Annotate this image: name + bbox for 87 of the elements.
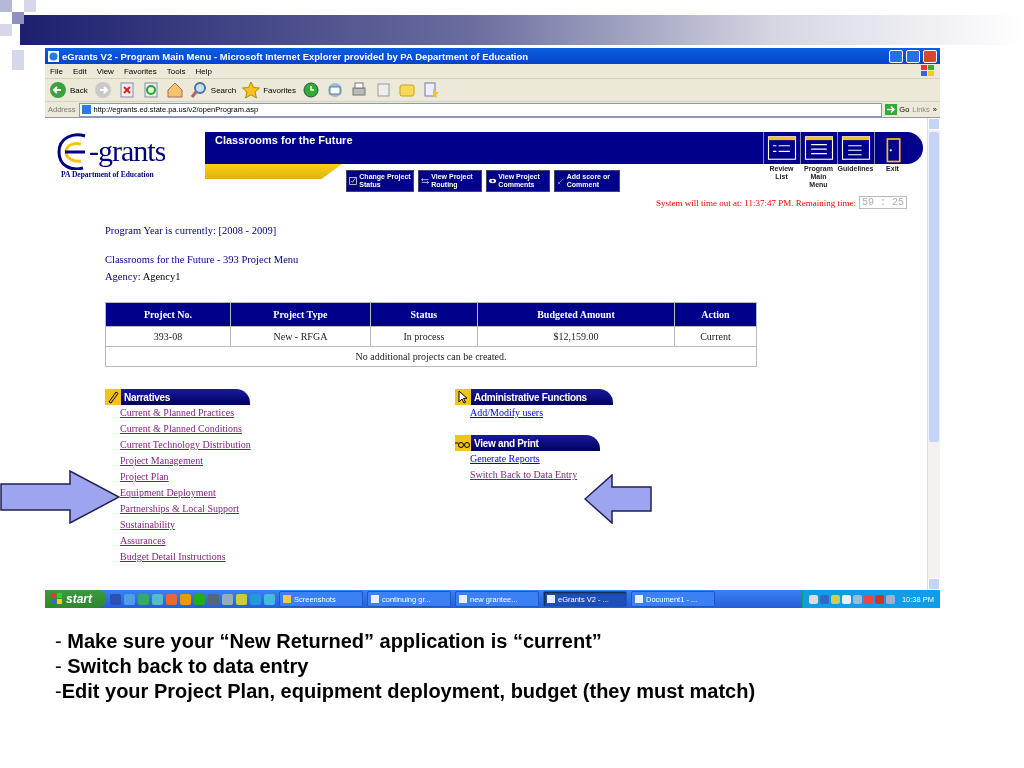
column-header: Status bbox=[370, 302, 478, 327]
restore-button[interactable] bbox=[906, 49, 920, 63]
menu-title: Classrooms for the Future - 393 Project Menu bbox=[105, 254, 300, 265]
close-button[interactable] bbox=[923, 49, 937, 63]
menu-item[interactable]: View bbox=[96, 66, 114, 76]
nav-link[interactable]: Current Technology Distribution bbox=[120, 437, 251, 453]
app-icon[interactable] bbox=[250, 593, 261, 605]
folder-icon[interactable] bbox=[398, 81, 417, 99]
app-icon[interactable] bbox=[264, 593, 275, 605]
nav-link[interactable]: Generate Reports bbox=[470, 451, 540, 467]
nav-link[interactable]: Project Management bbox=[120, 453, 204, 469]
bullet-text: -Edit your Project Plan, equipment deployment, budget (they must match) bbox=[55, 679, 757, 704]
page-icon bbox=[81, 105, 91, 114]
start-button[interactable]: start bbox=[45, 590, 106, 608]
column-header: Budgeted Amount bbox=[477, 302, 675, 327]
bullet-text: - Switch back to data entry bbox=[55, 654, 310, 679]
toolbar-button[interactable]: Favorites bbox=[242, 81, 297, 99]
star-icon[interactable] bbox=[242, 81, 261, 99]
window-title: eGrants V2 - Program Main Menu - Microsoft Internet Explorer provided by PA Department of Education bbox=[62, 50, 530, 62]
menu-item[interactable]: Help bbox=[195, 66, 212, 76]
nav-link[interactable]: Project Plan bbox=[120, 469, 169, 485]
app-icon[interactable] bbox=[180, 593, 191, 605]
arrows-icon bbox=[421, 175, 430, 187]
agency-label: Agency: bbox=[105, 271, 141, 282]
toolbar-button[interactable]: Back bbox=[49, 81, 88, 99]
app-icon[interactable] bbox=[110, 593, 121, 605]
table-cell: In process bbox=[370, 326, 478, 347]
app-icon[interactable] bbox=[222, 593, 233, 605]
bullet-text: - Make sure your “New Returned” application is “current” bbox=[55, 629, 603, 654]
nav-link[interactable]: Current & Planned Conditions bbox=[120, 421, 242, 437]
nav-link[interactable]: Assurances bbox=[120, 533, 166, 549]
app-icon[interactable] bbox=[124, 593, 135, 605]
scrollbar[interactable] bbox=[927, 118, 940, 590]
pencil-icon bbox=[105, 389, 121, 405]
table-note: No additional projects can be created. bbox=[105, 346, 757, 367]
column-header: Project Type bbox=[230, 302, 371, 327]
house-icon[interactable] bbox=[165, 81, 184, 99]
table-cell: Current bbox=[674, 326, 757, 347]
nav-link[interactable]: Switch Back to Data Entry bbox=[470, 467, 578, 483]
menu-item[interactable]: Tools bbox=[166, 66, 186, 76]
search-icon[interactable] bbox=[189, 81, 208, 99]
table-cell: New - RFGA bbox=[230, 326, 371, 347]
app-icon[interactable] bbox=[152, 593, 163, 605]
page-icon[interactable] bbox=[422, 81, 441, 99]
cursor-icon bbox=[455, 389, 471, 405]
column-header: Action bbox=[674, 302, 757, 327]
timeout-message: System will time out at: 11:37:47 PM. Remaining time: bbox=[656, 197, 856, 208]
app-icon[interactable] bbox=[194, 593, 205, 605]
column-header: Project No. bbox=[105, 302, 231, 327]
menu-item[interactable]: Favorites bbox=[123, 66, 157, 76]
logo-text: -grants bbox=[89, 136, 166, 166]
section-header: Narratives bbox=[121, 389, 250, 405]
app-icon[interactable] bbox=[236, 593, 247, 605]
menu-item[interactable]: Edit bbox=[72, 66, 87, 76]
windows-logo-icon bbox=[921, 65, 935, 77]
nav-link[interactable]: Sustainability bbox=[120, 517, 175, 533]
nav-link[interactable]: Add/Modify users bbox=[470, 405, 544, 421]
banner-title: Classrooms for the Future bbox=[214, 133, 354, 148]
agency-name: Agency1 bbox=[142, 271, 181, 282]
page-icon[interactable] bbox=[374, 81, 393, 99]
checkbox-icon bbox=[349, 175, 358, 187]
refresh-icon[interactable] bbox=[141, 81, 160, 99]
remaining-time-field: 59 : 25 bbox=[859, 196, 907, 209]
callout-arrow bbox=[584, 474, 652, 524]
table-cell: 393-08 bbox=[105, 326, 231, 347]
glasses-icon bbox=[455, 435, 471, 451]
nav-link[interactable]: Equipment Deployment bbox=[120, 485, 216, 501]
nav-link[interactable]: Budget Detail Instructions bbox=[120, 549, 226, 565]
cross-icon[interactable] bbox=[117, 81, 136, 99]
minimize-button[interactable] bbox=[889, 49, 903, 63]
pen-icon bbox=[557, 175, 565, 187]
section-header: View and Print bbox=[471, 435, 600, 451]
app-icon[interactable] bbox=[208, 593, 219, 605]
section-header: Administrative Functions bbox=[471, 389, 613, 405]
menu-item[interactable]: File bbox=[50, 66, 63, 76]
app-icon[interactable] bbox=[166, 593, 177, 605]
printer-icon[interactable] bbox=[350, 81, 369, 99]
toolbar-button[interactable]: Search bbox=[189, 81, 237, 99]
table-cell: $12,159.00 bbox=[477, 326, 675, 347]
windows-logo-icon bbox=[51, 593, 63, 605]
nav-link[interactable]: Current & Planned Practices bbox=[120, 405, 235, 421]
clock-icon[interactable] bbox=[302, 81, 321, 99]
nav-link[interactable]: Partnerships & Local Support bbox=[120, 501, 240, 517]
app-icon[interactable] bbox=[138, 593, 149, 605]
browser-icon bbox=[48, 50, 59, 62]
program-year: Program Year is currently: [2008 - 2009] bbox=[105, 225, 278, 236]
envelope-icon[interactable] bbox=[326, 81, 345, 99]
